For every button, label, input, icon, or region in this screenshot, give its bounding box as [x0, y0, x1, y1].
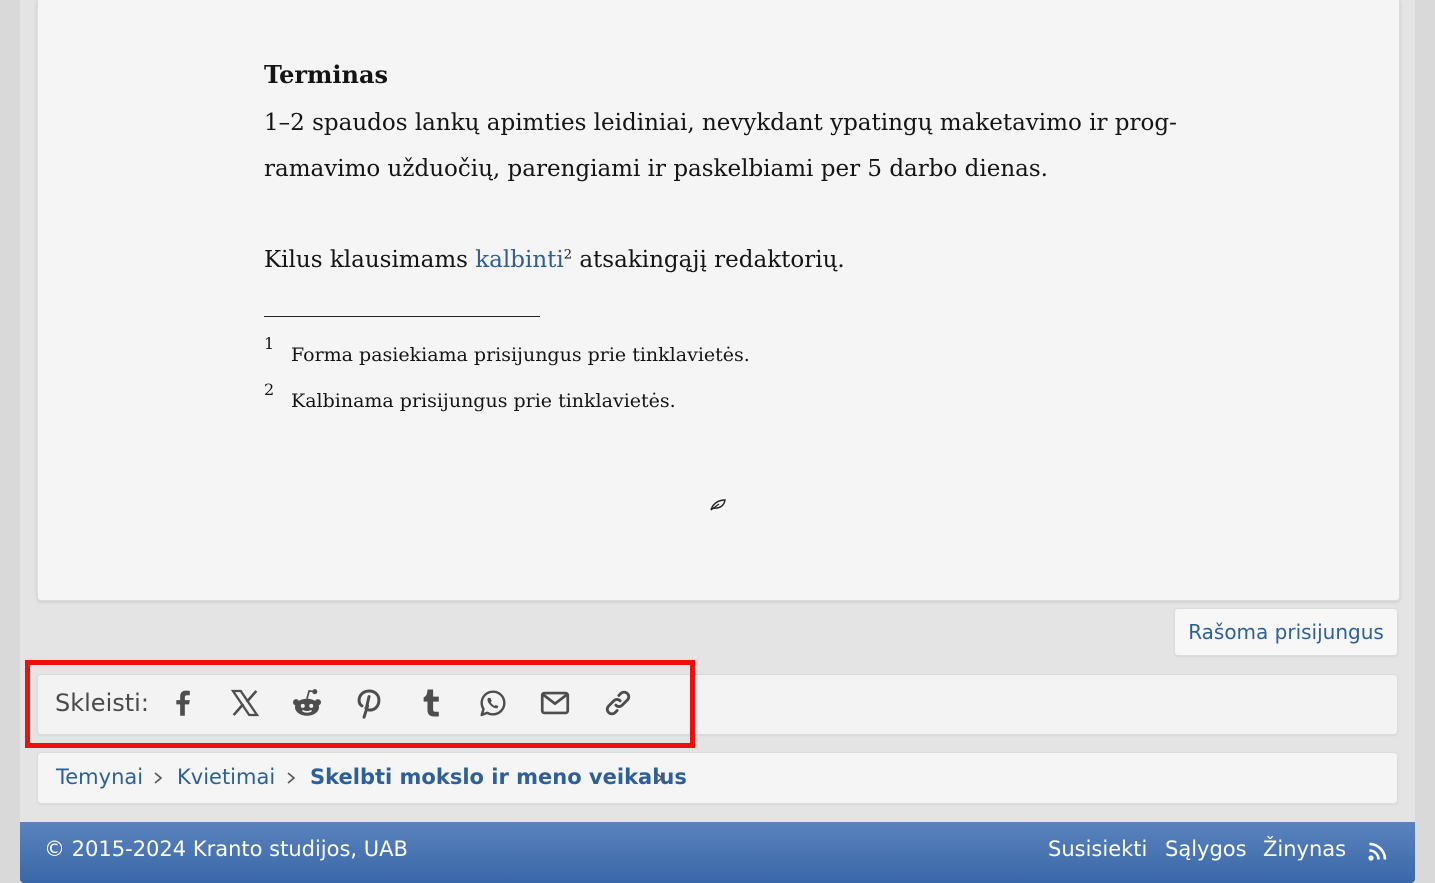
footer-link-terms[interactable]: Sąlygos — [1165, 837, 1247, 861]
footer-link-help[interactable]: Žinynas — [1263, 837, 1346, 861]
tumblr-icon[interactable] — [411, 683, 451, 723]
facebook-icon[interactable] — [162, 683, 202, 723]
email-icon[interactable] — [535, 683, 575, 723]
contact-line: Kilus klausimams kalbinti2 atsakingąjį r… — [264, 240, 845, 280]
whatsapp-icon[interactable] — [473, 683, 513, 723]
chevron-right-icon — [287, 772, 296, 784]
contact-prefix: Kilus klausimams — [264, 247, 468, 273]
x-icon[interactable] — [225, 683, 265, 723]
breadcrumb: Temynai Kvietimai Skelbti mokslo ir meno… — [37, 752, 1398, 804]
chevron-right-icon — [154, 772, 163, 784]
contact-link[interactable]: kalbinti — [475, 247, 564, 273]
breadcrumb-item-current[interactable]: Skelbti mokslo ir meno veikalus — [310, 765, 687, 789]
footnote-number: 1 — [264, 334, 275, 353]
share-label: Skleisti: — [55, 689, 149, 717]
footnote-ref[interactable]: 2 — [564, 247, 572, 262]
contact-suffix: atsakingąjį redaktorių. — [579, 247, 845, 273]
reddit-icon[interactable] — [287, 683, 327, 723]
footer-link-contact[interactable]: Susisiekti — [1048, 837, 1147, 861]
term-heading: Terminas — [264, 60, 389, 89]
breadcrumb-item-temynai[interactable]: Temynai — [56, 765, 143, 789]
footnote-text: Kalbinama prisijungus prie tinklavietės. — [291, 390, 676, 412]
footer-copyright: © 2015-2024 Kranto studijos, UAB — [44, 837, 408, 861]
share-bar: Skleisti: — [37, 674, 1398, 735]
footnote-divider — [264, 316, 540, 317]
footnote-number: 2 — [264, 380, 275, 399]
breadcrumb-item-kvietimai[interactable]: Kvietimai — [177, 765, 275, 789]
footnote-text: Forma pasiekiama prisijungus prie tinkla… — [291, 344, 750, 366]
link-icon[interactable] — [598, 683, 638, 723]
replies-status-button[interactable]: Rašoma prisijungus — [1174, 608, 1398, 656]
footer: © 2015-2024 Kranto studijos, UAB Susisie… — [20, 822, 1415, 883]
leaf-icon — [710, 499, 726, 511]
pinterest-icon[interactable] — [349, 683, 389, 723]
rss-icon[interactable] — [1367, 840, 1389, 862]
term-text: 1–2 spaudos lankų apimties leidiniai, ne… — [264, 110, 1177, 182]
chevron-right-icon — [655, 772, 664, 784]
